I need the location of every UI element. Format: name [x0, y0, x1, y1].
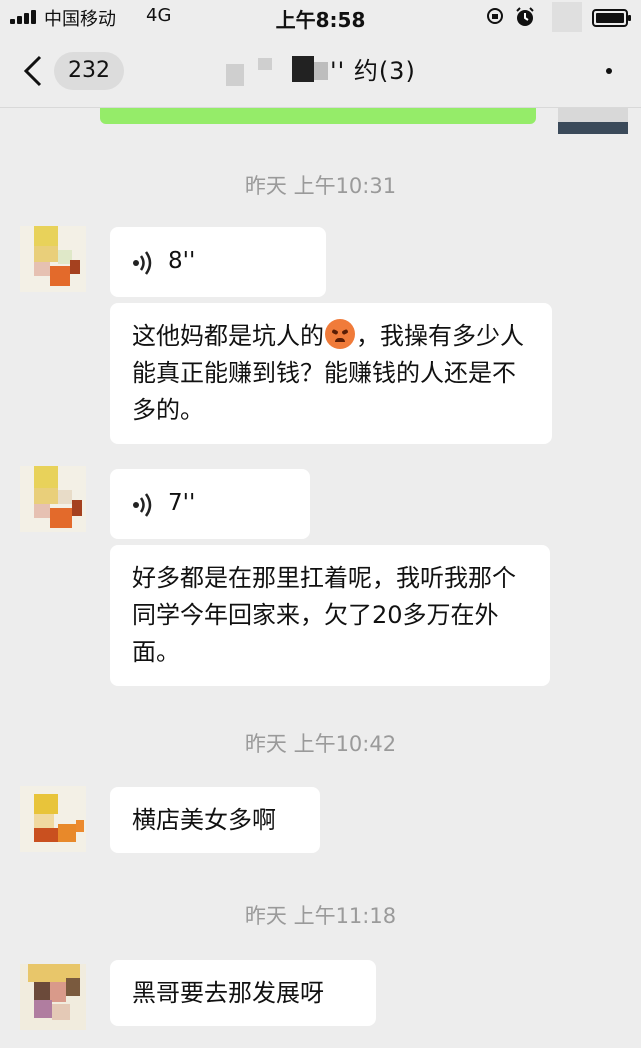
status-bar: 中国移动 4G 上午8:58	[0, 0, 641, 34]
sender-avatar[interactable]	[20, 786, 86, 852]
sender-avatar[interactable]	[20, 226, 86, 292]
angry-face-emoji	[325, 319, 355, 349]
text-message-bubble[interactable]: 黑哥要去那发展呀	[110, 960, 376, 1026]
blurred-region	[552, 2, 582, 32]
message-text: 好多都是在那里扛着呢，我听我那个同学今年回家来，欠了20多万在外面。	[132, 564, 516, 666]
redacted-pixel	[314, 62, 328, 80]
redacted-pixel	[292, 56, 314, 82]
self-avatar-partial[interactable]	[558, 108, 628, 134]
unread-count-badge[interactable]: 232	[54, 52, 124, 90]
voice-wave-icon	[133, 493, 152, 517]
redacted-pixel	[258, 58, 272, 70]
message-text: 横店美女多啊	[132, 806, 276, 834]
status-time: 上午8:58	[275, 8, 366, 32]
message-timestamp: 昨天 上午11:18	[244, 904, 397, 928]
chat-title: '' 约(3)	[330, 57, 416, 85]
voice-wave-icon	[133, 251, 152, 275]
sender-avatar[interactable]	[20, 964, 86, 1030]
outgoing-bubble-partial[interactable]	[100, 108, 536, 124]
message-timestamp: 昨天 上午10:42	[244, 732, 397, 756]
text-message-bubble[interactable]: 好多都是在那里扛着呢，我听我那个同学今年回家来，欠了20多万在外面。	[110, 545, 550, 686]
text-message-bubble[interactable]: 横店美女多啊	[110, 787, 320, 853]
voice-message-bubble[interactable]: 8''	[110, 227, 326, 297]
battery-icon	[592, 9, 631, 27]
message-text: 这他妈都是坑人的	[132, 322, 324, 350]
chat-header: 232 '' 约(3)	[0, 34, 641, 108]
voice-duration: 8''	[168, 248, 196, 274]
text-message-bubble[interactable]: 这他妈都是坑人的 ，我操有多少人能真正能赚到钱？能赚钱的人还是不多的。	[110, 303, 552, 444]
rotation-lock-icon	[487, 8, 503, 24]
sender-avatar[interactable]	[20, 466, 86, 532]
alarm-icon	[516, 7, 534, 26]
voice-duration: 7''	[168, 490, 196, 516]
message-text: 黑哥要去那发展呀	[132, 979, 324, 1007]
message-timestamp: 昨天 上午10:31	[244, 174, 397, 198]
voice-message-bubble[interactable]: 7''	[110, 469, 310, 539]
back-arrow-icon[interactable]	[20, 54, 46, 88]
redacted-pixel	[226, 64, 244, 86]
more-icon[interactable]	[606, 68, 612, 74]
